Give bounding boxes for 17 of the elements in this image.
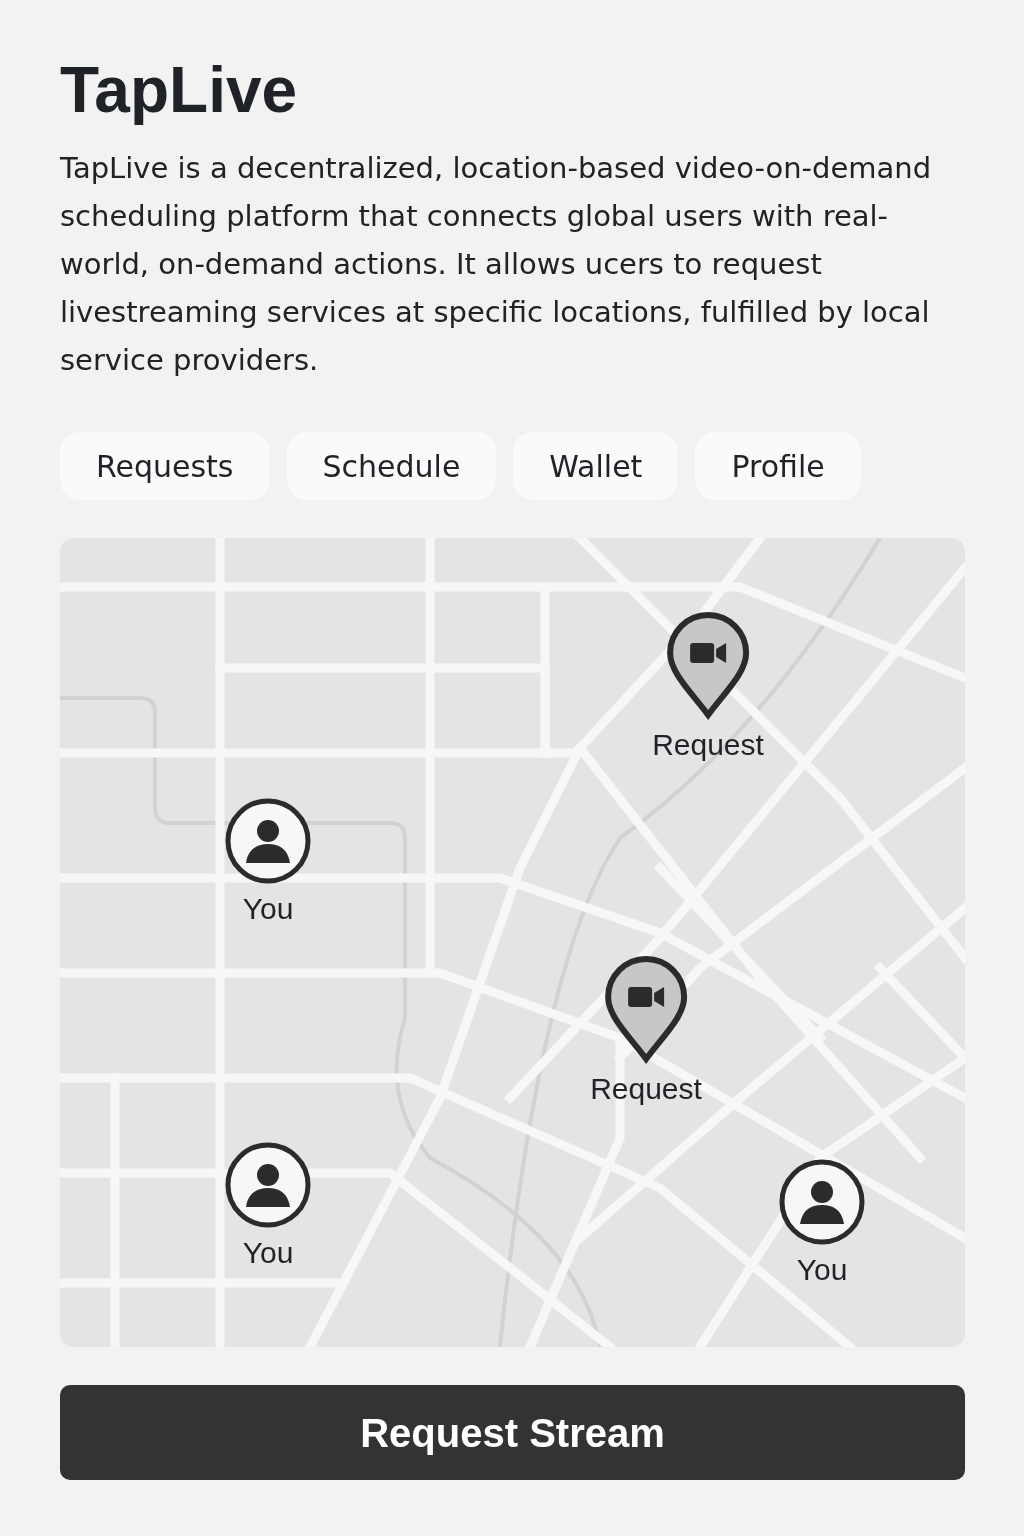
nav-tab[interactable]: Wallet (513, 432, 679, 500)
person-icon[interactable] (224, 1141, 312, 1229)
marker-label: Request (652, 727, 764, 763)
person-icon[interactable] (224, 797, 312, 885)
marker-label: You (242, 891, 294, 927)
nav-tab[interactable]: Schedule (286, 432, 497, 500)
video-pin-icon[interactable] (604, 955, 688, 1065)
marker-label: You (242, 1235, 294, 1271)
video-pin-icon[interactable] (666, 611, 750, 721)
person-icon[interactable] (778, 1158, 866, 1246)
description: TapLive is a decentralized, location-based video-on-demand scheduling platform that connects global users with real-world, on-demand actions. It allows ucers to request livestreaming services at specific locations, fulfilled by local service providers. (60, 150, 933, 379)
nav-tab[interactable]: Requests (60, 432, 270, 500)
request-stream-button[interactable]: Request Stream (60, 1385, 965, 1480)
marker-label: You (796, 1252, 848, 1288)
app-title: TapLive (60, 53, 299, 128)
marker-label: Request (590, 1071, 702, 1107)
nav-tab[interactable]: Profile (695, 432, 861, 500)
